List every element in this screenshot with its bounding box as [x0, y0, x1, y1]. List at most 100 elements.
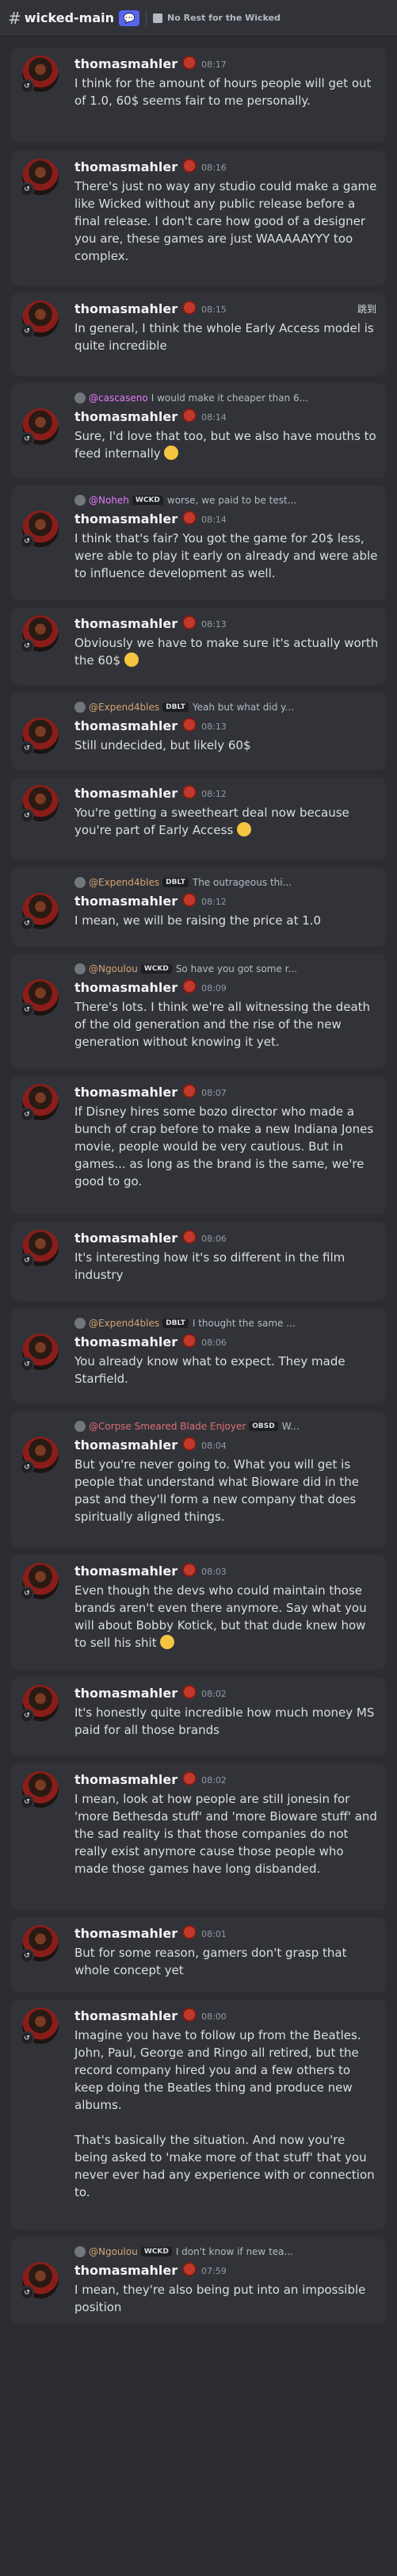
timestamp[interactable]: 08:17 [201, 59, 227, 70]
author-name[interactable]: thomasmahler [74, 1772, 178, 1787]
avatar[interactable]: ↺ [20, 1563, 59, 1601]
avatar[interactable]: ↺ [20, 1084, 59, 1122]
author-name[interactable]: thomasmahler [74, 1437, 178, 1453]
message-paragraph: I think that's fair? You got the game fo… [74, 531, 378, 580]
message-paragraph: There's lots. I think we're all witnessi… [74, 1000, 371, 1049]
avatar[interactable]: ↺ [20, 615, 59, 653]
timestamp[interactable]: 08:13 [201, 722, 227, 732]
avatar[interactable]: ↺ [20, 2008, 59, 2046]
role-icon [182, 408, 197, 423]
timestamp[interactable]: 08:12 [201, 789, 227, 799]
timestamp[interactable]: 08:16 [201, 163, 227, 173]
timestamp[interactable]: 08:14 [201, 515, 227, 525]
reply-preview[interactable]: @cascaseno I would make it cheaper than 6… [74, 391, 378, 405]
reply-author[interactable]: @Ngoulou [89, 2246, 138, 2257]
avatar[interactable]: ↺ [20, 785, 59, 823]
timestamp[interactable]: 08:00 [201, 2011, 227, 2022]
reply-preview[interactable]: @Expend4bles DBLT I thought the same ... [74, 1316, 378, 1330]
author-name[interactable]: thomasmahler [74, 56, 178, 71]
message: ↺ thomasmahler 08:01 But for some reason, g… [11, 1917, 386, 1992]
timestamp[interactable]: 07:59 [201, 2266, 227, 2276]
author-name[interactable]: thomasmahler [74, 159, 178, 174]
avatar[interactable]: ↺ [20, 1334, 59, 1372]
timestamp[interactable]: 08:02 [201, 1689, 227, 1699]
message-content: There's just no way any studio could mak… [74, 178, 380, 265]
avatar[interactable]: ↺ [20, 511, 59, 549]
threads-icon[interactable]: 💬 [119, 10, 140, 26]
reply-author[interactable]: @cascaseno [89, 392, 148, 404]
reply-snippet[interactable]: I thought the same ... [193, 1318, 296, 1329]
avatar[interactable]: ↺ [20, 56, 59, 94]
reply-snippet[interactable]: The outrageous thi... [193, 877, 292, 888]
jump-label[interactable]: 跳到 [357, 302, 376, 316]
timestamp[interactable]: 08:03 [201, 1567, 227, 1577]
reply-snippet[interactable]: I don't know if new tea... [176, 2246, 293, 2257]
message-content: You already know what to expect. They ma… [74, 1353, 380, 1388]
avatar[interactable]: ↺ [20, 2262, 59, 2300]
author-name[interactable]: thomasmahler [74, 409, 178, 424]
timestamp[interactable]: 08:04 [201, 1441, 227, 1451]
author-name[interactable]: thomasmahler [74, 511, 178, 526]
author-line: thomasmahler 08:12 [74, 785, 227, 801]
timestamp[interactable]: 08:06 [201, 1338, 227, 1348]
reply-author[interactable]: @Ngoulou [89, 963, 138, 974]
author-name[interactable]: thomasmahler [74, 1686, 178, 1701]
message: ↺ thomasmahler 08:02 I mean, look at how pe… [11, 1763, 386, 1910]
reply-preview[interactable]: @Ngoulou WCKD So have you got some r... [74, 962, 378, 976]
author-name[interactable]: thomasmahler [74, 980, 178, 995]
author-name[interactable]: thomasmahler [74, 1926, 178, 1941]
reply-snippet[interactable]: So have you got some r... [176, 963, 297, 974]
reply-author[interactable]: @Corpse Smeared Blade Enjoyer [89, 1421, 246, 1432]
reply-preview[interactable]: @Noheh WCKD worse, we paid to be test... [74, 493, 378, 507]
timestamp[interactable]: 08:14 [201, 412, 227, 423]
avatar[interactable]: ↺ [20, 1230, 59, 1268]
role-icon [182, 979, 197, 993]
author-name[interactable]: thomasmahler [74, 616, 178, 631]
avatar[interactable]: ↺ [20, 979, 59, 1017]
avatar[interactable]: ↺ [20, 1925, 59, 1963]
reply-snippet[interactable]: worse, we paid to be test... [167, 495, 296, 506]
message-content: Imagine you have to follow up from the B… [74, 2027, 380, 2201]
author-name[interactable]: thomasmahler [74, 786, 178, 801]
avatar[interactable]: ↺ [20, 718, 59, 756]
timestamp[interactable]: 08:01 [201, 1929, 227, 1939]
author-name[interactable]: thomasmahler [74, 2263, 178, 2278]
avatar[interactable]: ↺ [20, 1437, 59, 1475]
reply-author[interactable]: @Expend4bles [89, 1318, 159, 1329]
reply-author[interactable]: @Noheh [89, 495, 129, 506]
reply-preview[interactable]: @Ngoulou WCKD I don't know if new tea... [74, 2245, 378, 2259]
author-name[interactable]: thomasmahler [74, 1564, 178, 1579]
author-name[interactable]: thomasmahler [74, 2008, 178, 2023]
reply-snippet[interactable]: I would make it cheaper than 6... [151, 392, 308, 404]
timestamp[interactable]: 08:02 [201, 1775, 227, 1786]
author-name[interactable]: thomasmahler [74, 894, 178, 909]
message-content: I mean, they're also being put into an i… [74, 2281, 380, 2316]
author-name[interactable]: thomasmahler [74, 1231, 178, 1246]
author-name[interactable]: thomasmahler [74, 301, 178, 316]
author-name[interactable]: thomasmahler [74, 718, 178, 733]
reply-preview[interactable]: @Corpse Smeared Blade Enjoyer OBSD W... [74, 1419, 378, 1433]
author-name[interactable]: thomasmahler [74, 1085, 178, 1100]
timestamp[interactable]: 08:09 [201, 983, 227, 993]
reply-snippet[interactable]: W... [282, 1421, 300, 1432]
timestamp[interactable]: 08:13 [201, 619, 227, 630]
author-line: thomasmahler 08:12 [74, 893, 227, 909]
avatar[interactable]: ↺ [20, 159, 59, 197]
timestamp[interactable]: 08:07 [201, 1088, 227, 1098]
guild-tag: DBLT [162, 878, 189, 887]
reply-author[interactable]: @Expend4bles [89, 877, 159, 888]
reply-preview[interactable]: @Expend4bles DBLT The outrageous thi... [74, 875, 378, 890]
avatar[interactable]: ↺ [20, 893, 59, 931]
avatar[interactable]: ↺ [20, 1685, 59, 1723]
timestamp[interactable]: 08:12 [201, 897, 227, 907]
author-name[interactable]: thomasmahler [74, 1334, 178, 1349]
timestamp[interactable]: 08:15 [201, 304, 227, 315]
reply-snippet[interactable]: Yeah but what did y... [193, 702, 294, 713]
message: @Noheh WCKD worse, we paid to be test... ↺ t… [11, 485, 386, 600]
timestamp[interactable]: 08:06 [201, 1234, 227, 1244]
reply-preview[interactable]: @Expend4bles DBLT Yeah but what did y... [74, 700, 378, 714]
avatar[interactable]: ↺ [20, 1771, 59, 1809]
avatar[interactable]: ↺ [20, 300, 59, 339]
reply-author[interactable]: @Expend4bles [89, 702, 159, 713]
avatar[interactable]: ↺ [20, 408, 59, 446]
